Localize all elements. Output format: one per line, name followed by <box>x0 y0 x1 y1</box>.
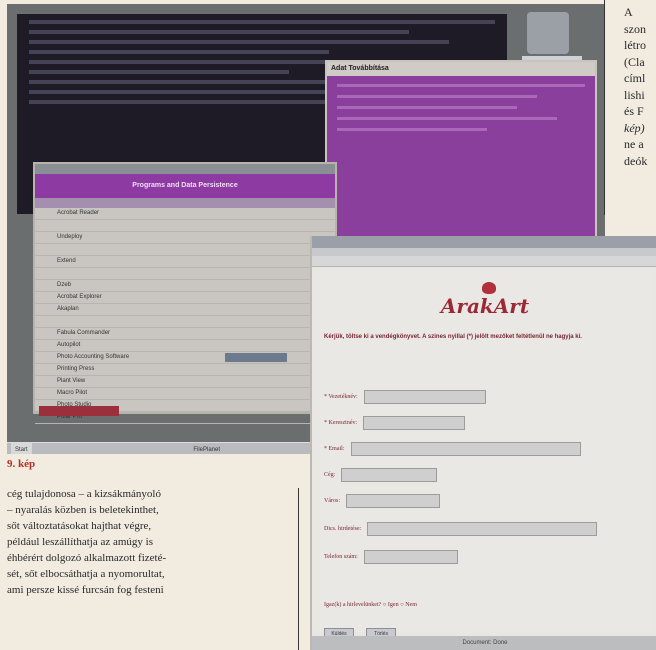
body-line: éhbérért dolgozó alkalmazott fizeté- <box>7 552 167 564</box>
table-row[interactable]: Acrobat Reader <box>35 208 335 220</box>
table-row[interactable]: Printing Press <box>35 364 335 376</box>
body-line: sőt változtatásokat hajthat végre, <box>7 520 152 532</box>
table-row-label: Plant View <box>57 378 86 384</box>
browser-status-bar: Document: Done <box>312 636 656 650</box>
form-row: * Keresztnév: <box>324 416 466 430</box>
form-input[interactable] <box>350 442 581 456</box>
column-rule <box>298 488 299 650</box>
body-line: például leszállíthatja az amúgy is <box>7 536 154 548</box>
table-row-label: Fabula Commander <box>57 330 111 336</box>
desktop-icon <box>527 12 569 54</box>
form-input[interactable] <box>363 550 458 564</box>
form-label: Város: <box>324 498 340 504</box>
side-column-text: Aszon létro (Cla címl lishi és F kép) ne a deók <box>624 4 656 169</box>
table-row[interactable]: Plant View <box>35 376 335 388</box>
table-row[interactable] <box>35 268 335 280</box>
taskbar-task[interactable] <box>39 406 119 416</box>
form-input[interactable] <box>341 468 438 482</box>
sidebar-rule <box>604 0 605 215</box>
side-line: címl <box>624 71 646 85</box>
table-row[interactable]: Photo Accounting Software <box>35 352 335 364</box>
table-row[interactable]: Macro Pilot <box>35 388 335 400</box>
table-row[interactable]: Autopilot <box>35 340 335 352</box>
newsletter-radio[interactable]: Igaz(k) a hirlevelünket? ○ Igen ○ Nem <box>324 602 417 608</box>
article-body: cég tulajdonosa – a kizsákmányoló – nyar… <box>7 486 295 598</box>
form-label: Dics. hirdetése: <box>324 526 362 532</box>
table-row-label: Acrobat Reader <box>57 210 100 216</box>
form-row: * Vezetéknév: <box>324 390 486 404</box>
table-row[interactable]: Acrobat Explorer <box>35 292 335 304</box>
form-label: * Vezetéknév: <box>324 394 358 400</box>
form-label: * Email: <box>324 446 345 452</box>
table-window-title <box>35 164 335 174</box>
side-line: létro <box>624 38 646 52</box>
table-row-label: Acrobat Explorer <box>57 294 102 300</box>
guestbook-page: ArakArt Kérjük, töltse ki a vendégkönyve… <box>320 270 650 641</box>
bow-icon <box>482 282 496 294</box>
form-label: * Keresztnév: <box>324 420 358 426</box>
table-row[interactable] <box>35 220 335 232</box>
table-row-label: Dzeb <box>57 282 72 288</box>
table-row[interactable] <box>35 244 335 256</box>
table-row[interactable]: Dzeb <box>35 280 335 292</box>
purple-window-title: Adat Továbbítása <box>327 62 595 76</box>
side-line: (Cla <box>624 54 645 69</box>
browser-window: ArakArt Kérjük, töltse ki a vendégkönyve… <box>310 236 656 650</box>
side-line: deók <box>624 153 648 168</box>
browser-title-bar <box>312 236 656 248</box>
table-row-label: Macro Pilot <box>57 390 88 396</box>
body-line: ami persze kissé furcsán fog festeni <box>7 584 164 596</box>
form-row: Város: <box>324 494 440 508</box>
table-row-label: Extend <box>57 258 76 264</box>
side-line: és F <box>624 104 644 118</box>
body-line: sét, sőt elbocsáthatja a nyomorultat, <box>7 568 165 580</box>
form-row: Dics. hirdetése: <box>324 522 598 536</box>
table-row-label: Autopilot <box>57 342 81 348</box>
table-columns <box>35 198 335 208</box>
site-logo: ArakArt <box>440 294 530 318</box>
figure-caption: 9. kép <box>7 458 36 470</box>
program-table-window: Programs and Data Persistence Acrobat Re… <box>33 162 337 424</box>
form-row: Telefon szám: <box>324 550 458 564</box>
side-line: szon <box>624 21 646 36</box>
purple-window: Adat Továbbítása <box>325 60 597 250</box>
form-input[interactable] <box>363 416 466 430</box>
browser-toolbar <box>312 256 656 267</box>
form-row: * Email: <box>324 442 581 456</box>
table-row-label: Photo Accounting Software <box>57 354 130 360</box>
form-row: Cég: <box>324 468 438 482</box>
table-row-label: Printing Press <box>57 366 95 372</box>
table-row-label: Undeploy <box>57 234 83 240</box>
form-label: Cég: <box>324 472 336 478</box>
table-row-label: Akaplan <box>57 306 79 312</box>
browser-menu-bar <box>312 248 656 256</box>
taskbar-task-label[interactable]: FilePlanet <box>193 447 220 453</box>
form-input[interactable] <box>346 494 440 508</box>
form-input[interactable] <box>367 522 598 536</box>
start-button[interactable]: Start <box>11 443 32 454</box>
side-line: kép) <box>624 120 645 135</box>
form-label: Telefon szám: <box>324 554 358 560</box>
table-row[interactable]: Extend <box>35 256 335 268</box>
table-row[interactable]: Undeploy <box>35 232 335 244</box>
guestbook-intro: Kérjük, töltse ki a vendégkönyvet. A szi… <box>324 334 582 340</box>
body-line: cég tulajdonosa – a kizsákmányoló <box>7 488 161 500</box>
side-line: A <box>624 5 633 19</box>
table-row[interactable]: Fabula Commander <box>35 328 335 340</box>
body-line: – nyaralás közben is beletekinthet, <box>7 504 159 516</box>
form-input[interactable] <box>363 390 486 404</box>
table-row[interactable]: Akaplan <box>35 304 335 316</box>
table-row[interactable] <box>35 316 335 328</box>
table-header: Programs and Data Persistence <box>35 174 335 198</box>
side-line: ne a <box>624 137 644 151</box>
side-line: lishi <box>624 87 645 102</box>
